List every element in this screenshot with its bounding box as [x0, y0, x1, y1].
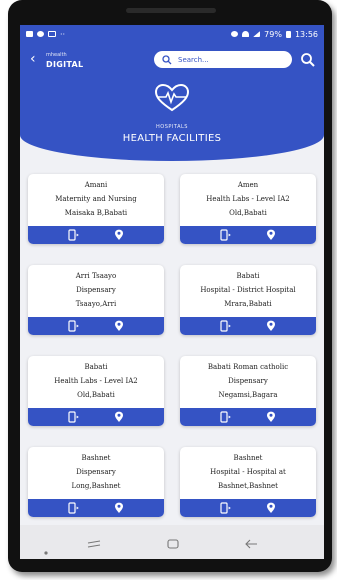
- search-icon: [162, 54, 172, 64]
- whatsapp-icon: [37, 31, 44, 37]
- facility-name: Babati: [236, 272, 260, 280]
- facility-name: Babati Roman catholic: [207, 363, 289, 371]
- search-button-icon[interactable]: [300, 52, 316, 68]
- back-arrow-icon[interactable]: ‹: [30, 52, 36, 66]
- heart-pulse-icon: [154, 83, 190, 112]
- wifi-icon: [242, 31, 250, 37]
- location-pin-icon[interactable]: [113, 502, 125, 514]
- facility-card[interactable]: Bashnet Hospital - Hospital at Bashnet,B…: [180, 447, 316, 517]
- header-hero: ‹ mhealth DIGITAL Search... HOSPITALS HE…: [20, 43, 324, 161]
- status-bar: ·· 79% 13:56: [20, 25, 324, 43]
- facility-location: Old,Babati: [77, 391, 115, 399]
- facility-location: Tsaayo,Arri: [75, 300, 117, 308]
- location-pin-icon[interactable]: [265, 229, 277, 241]
- facility-name: Babati: [84, 363, 108, 371]
- battery-percent: 79%: [264, 29, 282, 39]
- call-icon[interactable]: [219, 502, 231, 514]
- location-pin-icon[interactable]: [265, 320, 277, 332]
- app-logo: mhealth DIGITAL: [46, 51, 83, 69]
- battery-icon: [285, 30, 291, 38]
- search-input[interactable]: [172, 55, 278, 64]
- home-icon[interactable]: [166, 535, 180, 554]
- facility-card[interactable]: Bashnet Dispensary Long,Bashnet: [28, 447, 164, 517]
- phone-frame: ·· 79% 13:56 ‹ mhealth DIGITAL Search...…: [8, 0, 332, 572]
- app-screen: ·· 79% 13:56 ‹ mhealth DIGITAL Search...…: [20, 25, 324, 525]
- back-nav-icon[interactable]: [244, 535, 258, 554]
- brand-small-text: mhealth: [46, 52, 67, 58]
- card-action-bar: [28, 499, 164, 517]
- call-icon[interactable]: [67, 502, 79, 514]
- brand-title: DIGITAL: [46, 60, 84, 69]
- facility-name: Amen: [237, 181, 259, 189]
- card-action-bar: [180, 226, 316, 244]
- facility-type: Hospital - District Hospital: [200, 286, 296, 294]
- hero-subtitle: HOSPITALS: [156, 124, 188, 130]
- page-title: HEALTH FACILITIES: [122, 133, 222, 144]
- facility-card[interactable]: Amani Maternity and Nursing Maisaka B,Ba…: [28, 174, 164, 244]
- call-icon[interactable]: [67, 411, 79, 423]
- call-icon[interactable]: [67, 229, 79, 241]
- card-action-bar: [28, 226, 164, 244]
- facility-card[interactable]: Arri Tsaayo Dispensary Tsaayo,Arri: [28, 265, 164, 335]
- facility-type: Dispensary: [76, 468, 116, 476]
- search-box[interactable]: [154, 51, 292, 68]
- location-pin-icon[interactable]: [113, 411, 125, 423]
- location-pin-icon[interactable]: [113, 320, 125, 332]
- status-time: 13:56: [294, 29, 318, 39]
- facility-type: Health Labs - Level IA2: [206, 195, 290, 203]
- facility-name: Arri Tsaayo: [75, 272, 117, 280]
- facility-type: Maternity and Nursing: [55, 195, 137, 203]
- facility-location: Bashnet,Bashnet: [218, 482, 278, 490]
- recent-apps-icon[interactable]: [86, 535, 102, 554]
- facility-card[interactable]: Babati Roman catholic Dispensary Negamsi…: [180, 356, 316, 426]
- facility-card[interactable]: Babati Health Labs - Level IA2 Old,Babat…: [28, 356, 164, 426]
- android-nav-bar: [20, 525, 324, 559]
- signal-icon: [253, 31, 261, 37]
- card-action-bar: [180, 317, 316, 335]
- card-action-bar: [180, 408, 316, 426]
- location-pin-icon[interactable]: [265, 411, 277, 423]
- card-action-bar: [180, 499, 316, 517]
- facility-location: Mrara,Babati: [224, 300, 272, 308]
- call-icon[interactable]: [219, 229, 231, 241]
- facility-type: Dispensary: [228, 377, 268, 385]
- card-action-bar: [28, 317, 164, 335]
- facility-type: Health Labs - Level IA2: [54, 377, 138, 385]
- facility-type: Dispensary: [76, 286, 116, 294]
- mail-icon: [48, 31, 56, 37]
- facility-location: Old,Babati: [229, 209, 267, 217]
- facility-card[interactable]: Amen Health Labs - Level IA2 Old,Babati: [180, 174, 316, 244]
- location-pin-icon[interactable]: [113, 229, 125, 241]
- location-pin-icon[interactable]: [265, 502, 277, 514]
- call-icon[interactable]: [67, 320, 79, 332]
- facility-card[interactable]: Babati Hospital - District Hospital Mrar…: [180, 265, 316, 335]
- facility-name: Amani: [84, 181, 108, 189]
- app-bar: ‹ mhealth DIGITAL: [20, 47, 324, 75]
- speaker-grille: [126, 8, 216, 13]
- nav-dot-icon: [44, 540, 48, 559]
- call-icon[interactable]: [219, 411, 231, 423]
- facility-location: Long,Bashnet: [71, 482, 121, 490]
- card-action-bar: [28, 408, 164, 426]
- facility-name: Bashnet: [81, 454, 111, 462]
- alarm-icon: [231, 31, 239, 37]
- call-icon[interactable]: [219, 320, 231, 332]
- facility-name: Bashnet: [233, 454, 263, 462]
- facility-type: Hospital - Hospital at: [210, 468, 286, 476]
- facility-location: Negamsi,Bagara: [218, 391, 278, 399]
- facility-location: Maisaka B,Babati: [64, 209, 128, 217]
- more-notifications-icon: ··: [60, 29, 66, 39]
- message-icon: [26, 31, 33, 37]
